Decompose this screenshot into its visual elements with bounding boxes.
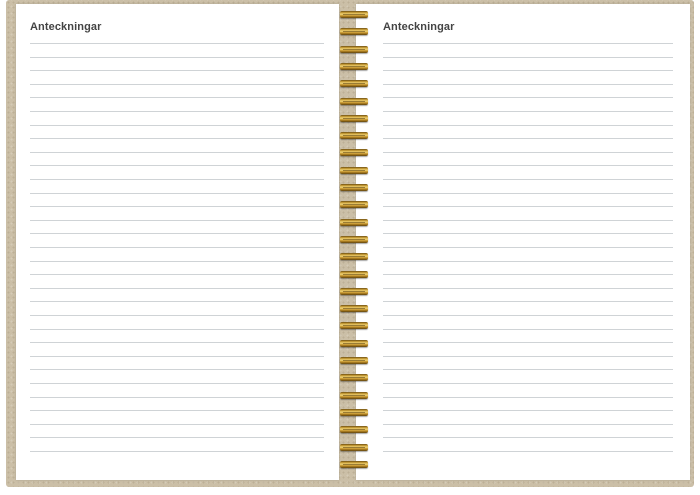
spiral-ring bbox=[340, 114, 368, 122]
ruled-line bbox=[383, 369, 673, 370]
ruled-line bbox=[383, 138, 673, 139]
ruled-line bbox=[383, 125, 673, 126]
ruled-line bbox=[30, 193, 324, 194]
ruled-line bbox=[30, 424, 324, 425]
ruled-line bbox=[383, 206, 673, 207]
ruled-line bbox=[30, 261, 324, 262]
spiral-ring bbox=[340, 339, 368, 347]
ruled-line bbox=[30, 356, 324, 357]
ruled-line bbox=[383, 261, 673, 262]
spiral-ring bbox=[340, 374, 368, 382]
spiral-ring bbox=[340, 443, 368, 451]
spiral-ring bbox=[340, 166, 368, 174]
ruled-line bbox=[383, 424, 673, 425]
ruled-line bbox=[383, 111, 673, 112]
ruled-line bbox=[30, 288, 324, 289]
spiral-ring bbox=[340, 391, 368, 399]
spiral-ring bbox=[340, 322, 368, 330]
ruled-line bbox=[383, 437, 673, 438]
ruled-line bbox=[383, 57, 673, 58]
ruled-line bbox=[30, 342, 324, 343]
spiral-ring bbox=[340, 80, 368, 88]
left-notes-page: Anteckningar bbox=[16, 4, 339, 480]
ruled-line bbox=[30, 451, 324, 452]
ruled-line bbox=[30, 179, 324, 180]
ruled-line bbox=[30, 152, 324, 153]
ruled-line bbox=[30, 233, 324, 234]
ruled-line bbox=[383, 165, 673, 166]
ruled-line bbox=[30, 206, 324, 207]
spiral-ring bbox=[340, 218, 368, 226]
ruled-line bbox=[30, 397, 324, 398]
ruled-line bbox=[383, 193, 673, 194]
spiral-ring bbox=[340, 305, 368, 313]
ruled-line bbox=[383, 152, 673, 153]
ruled-line bbox=[30, 383, 324, 384]
ruled-line bbox=[30, 111, 324, 112]
spiral-ring bbox=[340, 149, 368, 157]
right-ruled-lines bbox=[356, 4, 690, 480]
spiral-ring bbox=[340, 11, 368, 18]
ruled-line bbox=[30, 70, 324, 71]
ruled-line bbox=[383, 84, 673, 85]
ruled-line bbox=[383, 43, 673, 44]
ruled-line bbox=[383, 301, 673, 302]
ruled-line bbox=[30, 125, 324, 126]
spiral-ring bbox=[340, 45, 368, 53]
ruled-line bbox=[30, 369, 324, 370]
ruled-line bbox=[383, 383, 673, 384]
ruled-line bbox=[383, 97, 673, 98]
left-ruled-lines bbox=[16, 4, 339, 480]
ruled-line bbox=[383, 356, 673, 357]
spiral-binding bbox=[336, 0, 372, 487]
spiral-ring bbox=[340, 235, 368, 243]
spiral-ring bbox=[340, 62, 368, 70]
ruled-line bbox=[383, 233, 673, 234]
ruled-line bbox=[383, 410, 673, 411]
spiral-ring bbox=[340, 357, 368, 364]
spiral-ring bbox=[340, 201, 368, 209]
ruled-line bbox=[30, 274, 324, 275]
spiral-ring bbox=[340, 132, 368, 140]
right-notes-page: Anteckningar bbox=[356, 4, 690, 480]
ruled-line bbox=[383, 274, 673, 275]
ruled-line bbox=[30, 165, 324, 166]
ruled-line bbox=[383, 397, 673, 398]
ruled-line bbox=[30, 437, 324, 438]
ruled-line bbox=[383, 315, 673, 316]
ruled-line bbox=[30, 315, 324, 316]
ruled-line bbox=[30, 138, 324, 139]
ruled-line bbox=[30, 247, 324, 248]
spiral-ring bbox=[340, 287, 368, 295]
ruled-line bbox=[383, 451, 673, 452]
ruled-line bbox=[30, 57, 324, 58]
ruled-line bbox=[30, 84, 324, 85]
ruled-line bbox=[383, 220, 673, 221]
ruled-line bbox=[30, 301, 324, 302]
ruled-line bbox=[30, 97, 324, 98]
ruled-line bbox=[383, 329, 673, 330]
ruled-line bbox=[383, 342, 673, 343]
ruled-line bbox=[383, 288, 673, 289]
spiral-ring bbox=[340, 184, 368, 191]
spiral-ring bbox=[340, 253, 368, 261]
ruled-line bbox=[30, 329, 324, 330]
spiral-ring bbox=[340, 28, 368, 36]
spiral-ring bbox=[340, 270, 368, 278]
spiral-ring bbox=[340, 426, 368, 434]
ruled-line bbox=[383, 179, 673, 180]
ruled-line bbox=[383, 247, 673, 248]
ruled-line bbox=[30, 410, 324, 411]
spiral-ring bbox=[340, 97, 368, 105]
spiral-ring bbox=[340, 408, 368, 416]
ruled-line bbox=[30, 43, 324, 44]
ruled-line bbox=[383, 70, 673, 71]
spiral-ring bbox=[340, 460, 368, 468]
ruled-line bbox=[30, 220, 324, 221]
